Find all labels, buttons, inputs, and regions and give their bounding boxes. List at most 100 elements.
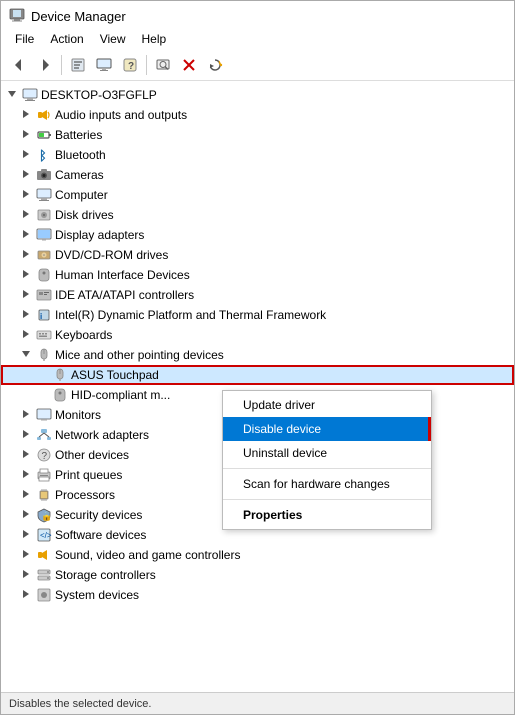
refresh-button[interactable] bbox=[203, 53, 227, 77]
item-label-keyboards: Keyboards bbox=[55, 328, 112, 342]
expand-icon-disk[interactable] bbox=[19, 207, 33, 224]
item-icon-other: ? bbox=[36, 447, 52, 463]
item-label-bluetooth: Bluetooth bbox=[55, 148, 106, 162]
expand-icon-ide[interactable] bbox=[19, 287, 33, 304]
svg-text:?: ? bbox=[128, 61, 134, 72]
expand-icon-dvd[interactable] bbox=[19, 247, 33, 264]
content-area: DESKTOP-O3FGFLP Audio inputs and outputs… bbox=[1, 81, 514, 692]
tree-item-dvd[interactable]: DVD/CD-ROM drives bbox=[1, 245, 514, 265]
tree-panel[interactable]: DESKTOP-O3FGFLP Audio inputs and outputs… bbox=[1, 81, 514, 692]
tree-item-ide[interactable]: IDE ATA/ATAPI controllers bbox=[1, 285, 514, 305]
expand-icon-storage[interactable] bbox=[19, 567, 33, 584]
item-icon-processors bbox=[36, 487, 52, 503]
expand-icon-keyboards[interactable] bbox=[19, 327, 33, 344]
item-label-monitors: Monitors bbox=[55, 408, 101, 422]
ctx-sep-sep2 bbox=[223, 499, 431, 500]
item-icon-audio bbox=[36, 107, 52, 123]
expand-icon-display[interactable] bbox=[19, 227, 33, 244]
expand-icon-bluetooth[interactable] bbox=[19, 147, 33, 164]
item-label-computer: Computer bbox=[55, 188, 108, 202]
svg-text:ᛒ: ᛒ bbox=[39, 148, 47, 163]
item-icon-intel: i bbox=[36, 307, 52, 323]
item-label-hid: Human Interface Devices bbox=[55, 268, 190, 282]
ctx-item-properties[interactable]: Properties bbox=[223, 503, 431, 527]
item-icon-system bbox=[36, 587, 52, 603]
tree-item-touchpad[interactable]: ASUS Touchpad bbox=[1, 365, 514, 385]
tree-item-mice[interactable]: Mice and other pointing devices bbox=[1, 345, 514, 365]
ctx-item-disable[interactable]: Disable device bbox=[223, 417, 431, 441]
expand-icon-system[interactable] bbox=[19, 587, 33, 604]
menu-file[interactable]: File bbox=[9, 30, 40, 48]
expand-icon-print-queues[interactable] bbox=[19, 467, 33, 484]
scan-button[interactable] bbox=[151, 53, 175, 77]
item-icon-dvd bbox=[36, 247, 52, 263]
item-icon-bluetooth: ᛒ bbox=[36, 147, 52, 163]
expand-icon-sound[interactable] bbox=[19, 547, 33, 564]
title-bar: Device Manager bbox=[1, 1, 514, 28]
forward-button[interactable] bbox=[33, 53, 57, 77]
expand-icon-audio[interactable] bbox=[19, 107, 33, 124]
svg-text:i: i bbox=[40, 312, 42, 321]
back-button[interactable] bbox=[7, 53, 31, 77]
expand-icon-monitors[interactable] bbox=[19, 407, 33, 424]
item-icon-touchpad bbox=[52, 367, 68, 383]
expand-icon-network[interactable] bbox=[19, 427, 33, 444]
expand-icon-intel[interactable] bbox=[19, 307, 33, 324]
item-label-touchpad: ASUS Touchpad bbox=[71, 368, 159, 382]
tree-item-display[interactable]: Display adapters bbox=[1, 225, 514, 245]
item-icon-batteries bbox=[36, 127, 52, 143]
tree-item-keyboards[interactable]: Keyboards bbox=[1, 325, 514, 345]
ctx-item-scan[interactable]: Scan for hardware changes bbox=[223, 472, 431, 496]
item-label-system: System devices bbox=[55, 588, 139, 602]
menu-action[interactable]: Action bbox=[44, 30, 89, 48]
expand-icon-root[interactable] bbox=[5, 87, 19, 104]
item-label-cameras: Cameras bbox=[55, 168, 104, 182]
menu-help[interactable]: Help bbox=[136, 30, 173, 48]
item-label-ide: IDE ATA/ATAPI controllers bbox=[55, 288, 194, 302]
expand-icon-other[interactable] bbox=[19, 447, 33, 464]
item-icon-software: </> bbox=[36, 527, 52, 543]
item-label-other: Other devices bbox=[55, 448, 129, 462]
expand-icon-mice[interactable] bbox=[19, 347, 33, 364]
item-icon-storage bbox=[36, 567, 52, 583]
ctx-sep-sep1 bbox=[223, 468, 431, 469]
tree-item-audio[interactable]: Audio inputs and outputs bbox=[1, 105, 514, 125]
context-menu: Update driverDisable deviceUninstall dev… bbox=[222, 390, 432, 530]
tree-item-system[interactable]: System devices bbox=[1, 585, 514, 605]
tree-item-bluetooth[interactable]: ᛒ Bluetooth bbox=[1, 145, 514, 165]
status-bar: Disables the selected device. bbox=[1, 692, 514, 714]
item-icon-mice bbox=[36, 347, 52, 363]
expand-icon-hid[interactable] bbox=[19, 267, 33, 284]
tree-item-root[interactable]: DESKTOP-O3FGFLP bbox=[1, 85, 514, 105]
help-button[interactable]: ? bbox=[118, 53, 142, 77]
expand-icon-batteries[interactable] bbox=[19, 127, 33, 144]
ctx-item-update[interactable]: Update driver bbox=[223, 393, 431, 417]
expand-icon-security[interactable] bbox=[19, 507, 33, 524]
tree-item-sound[interactable]: Sound, video and game controllers bbox=[1, 545, 514, 565]
properties-button[interactable] bbox=[66, 53, 90, 77]
expand-icon-cameras[interactable] bbox=[19, 167, 33, 184]
computer-button[interactable] bbox=[92, 53, 116, 77]
item-label-disk: Disk drives bbox=[55, 208, 114, 222]
tree-item-hid[interactable]: Human Interface Devices bbox=[1, 265, 514, 285]
tree-item-batteries[interactable]: Batteries bbox=[1, 125, 514, 145]
item-icon-computer bbox=[36, 187, 52, 203]
expand-icon-computer[interactable] bbox=[19, 187, 33, 204]
item-icon-hid-compliant bbox=[52, 387, 68, 403]
item-label-root: DESKTOP-O3FGFLP bbox=[41, 88, 157, 102]
remove-button[interactable] bbox=[177, 53, 201, 77]
expand-icon-processors[interactable] bbox=[19, 487, 33, 504]
ctx-item-uninstall[interactable]: Uninstall device bbox=[223, 441, 431, 465]
tree-item-disk[interactable]: Disk drives bbox=[1, 205, 514, 225]
menu-view[interactable]: View bbox=[94, 30, 132, 48]
expand-icon-touchpad bbox=[35, 368, 49, 382]
tree-item-cameras[interactable]: Cameras bbox=[1, 165, 514, 185]
tree-item-storage[interactable]: Storage controllers bbox=[1, 565, 514, 585]
tree-item-computer[interactable]: Computer bbox=[1, 185, 514, 205]
device-manager-window: Device Manager File Action View Help bbox=[0, 0, 515, 715]
tree-item-intel[interactable]: i Intel(R) Dynamic Platform and Thermal … bbox=[1, 305, 514, 325]
item-icon-hid bbox=[36, 267, 52, 283]
item-icon-monitors bbox=[36, 407, 52, 423]
expand-icon-software[interactable] bbox=[19, 527, 33, 544]
item-label-storage: Storage controllers bbox=[55, 568, 156, 582]
